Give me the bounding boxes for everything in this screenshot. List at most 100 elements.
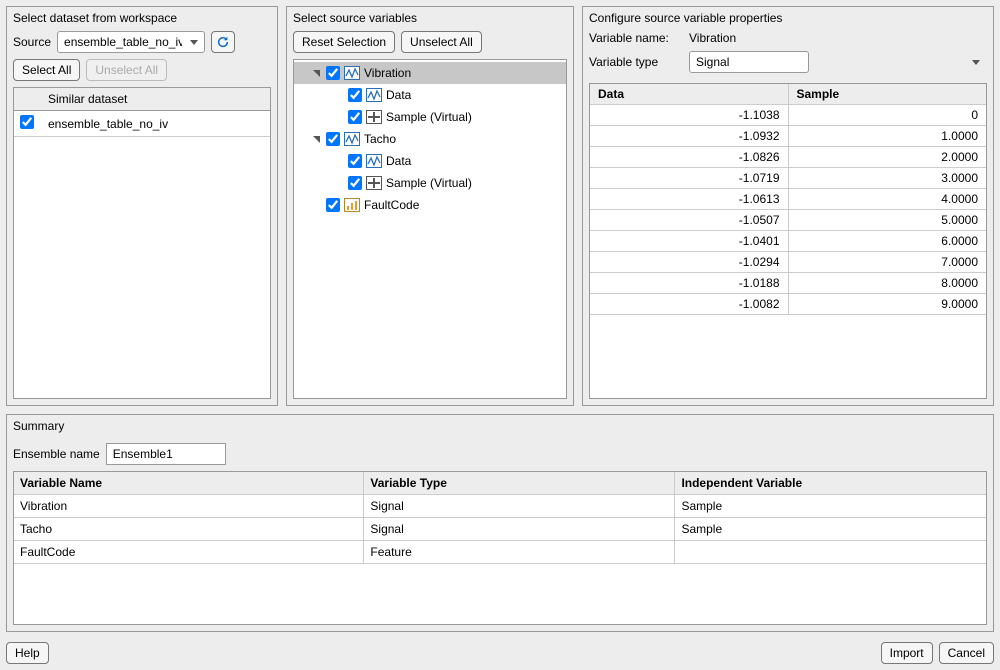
sample-cell: 4.0000 (788, 189, 986, 210)
tree-checkbox[interactable] (348, 88, 362, 102)
summary-type-cell: Feature (364, 541, 675, 564)
data-row: -1.01888.0000 (590, 273, 986, 294)
tree-label: Sample (Virtual) (386, 110, 472, 124)
summary-type-cell: Signal (364, 495, 675, 518)
dataset-row-name: ensemble_table_no_iv (42, 111, 270, 137)
data-cell: -1.0188 (590, 273, 788, 294)
data-row: -1.08262.0000 (590, 147, 986, 168)
tree-label: Tacho (364, 132, 396, 146)
dataset-row[interactable]: ensemble_table_no_iv (14, 111, 270, 137)
data-row: -1.09321.0000 (590, 126, 986, 147)
properties-title: Configure source variable properties (583, 7, 993, 31)
tree-checkbox[interactable] (348, 154, 362, 168)
dataset-check-header (14, 88, 42, 111)
data-preview-table: Data Sample -1.10380-1.09321.0000-1.0826… (589, 83, 987, 399)
sample-cell: 8.0000 (788, 273, 986, 294)
data-cell: -1.0719 (590, 168, 788, 189)
tree-checkbox[interactable] (326, 66, 340, 80)
tree-item[interactable]: FaultCode (294, 194, 566, 216)
unselect-all-button[interactable]: Unselect All (86, 59, 167, 81)
unselect-all-vars-button[interactable]: Unselect All (401, 31, 482, 53)
summary-name-cell: FaultCode (14, 541, 364, 564)
tree-item[interactable]: Data (294, 150, 566, 172)
reset-selection-button[interactable]: Reset Selection (293, 31, 395, 53)
help-button[interactable]: Help (6, 642, 49, 664)
tree-expander (332, 177, 344, 189)
tree-label: FaultCode (364, 198, 419, 212)
properties-panel: Configure source variable properties Var… (582, 6, 994, 406)
summary-name-cell: Tacho (14, 518, 364, 541)
summary-iv-cell (675, 541, 986, 564)
dataset-panel: Select dataset from workspace Source ens… (6, 6, 278, 406)
data-cell: -1.0401 (590, 231, 788, 252)
tree-item[interactable]: Sample (Virtual) (294, 106, 566, 128)
summary-row: TachoSignalSample (14, 518, 986, 541)
sample-cell: 6.0000 (788, 231, 986, 252)
data-row: -1.00829.0000 (590, 294, 986, 315)
summary-table: Variable Name Variable Type Independent … (13, 471, 987, 625)
data-cell: -1.0932 (590, 126, 788, 147)
signal-icon (344, 132, 360, 146)
data-cell: -1.0613 (590, 189, 788, 210)
tree-expander (332, 89, 344, 101)
tree-label: Data (386, 88, 411, 102)
variable-type-select[interactable]: Signal (689, 51, 809, 73)
tree-checkbox[interactable] (326, 132, 340, 146)
tree-expander[interactable] (310, 133, 322, 145)
summary-panel: Summary Ensemble name Variable Name Vari… (6, 414, 994, 632)
summary-row: FaultCodeFeature (14, 541, 986, 564)
sample-cell: 3.0000 (788, 168, 986, 189)
source-vars-panel: Select source variables Reset Selection … (286, 6, 574, 406)
tree-checkbox[interactable] (348, 110, 362, 124)
data-cell: -1.0294 (590, 252, 788, 273)
summary-col-iv: Independent Variable (675, 472, 986, 495)
source-vars-title: Select source variables (287, 7, 573, 31)
variable-tree[interactable]: Vibration Data Sample (Virtual) Tacho Da… (293, 59, 567, 399)
dataset-row-checkbox[interactable] (20, 115, 34, 129)
sample-icon (366, 110, 382, 124)
summary-name-cell: Vibration (14, 495, 364, 518)
source-label: Source (13, 35, 51, 49)
tree-expander[interactable] (310, 67, 322, 79)
tree-item[interactable]: Vibration (294, 62, 566, 84)
ensemble-name-input[interactable] (106, 443, 226, 465)
variable-name-label: Variable name: (589, 31, 689, 45)
data-row: -1.07193.0000 (590, 168, 986, 189)
data-row: -1.04016.0000 (590, 231, 986, 252)
dataset-name-header: Similar dataset (42, 88, 270, 111)
tree-item[interactable]: Sample (Virtual) (294, 172, 566, 194)
summary-type-cell: Signal (364, 518, 675, 541)
signal-icon (344, 66, 360, 80)
source-select[interactable]: ensemble_table_no_iv (57, 31, 205, 53)
data-cell: -1.0082 (590, 294, 788, 315)
summary-row: VibrationSignalSample (14, 495, 986, 518)
tree-expander (310, 199, 322, 211)
sample-cell: 0 (788, 105, 986, 126)
tree-expander (332, 155, 344, 167)
tree-item[interactable]: Data (294, 84, 566, 106)
import-button[interactable]: Import (881, 642, 933, 664)
dataset-panel-title: Select dataset from workspace (7, 7, 277, 31)
tree-checkbox[interactable] (326, 198, 340, 212)
ensemble-name-label: Ensemble name (13, 447, 100, 461)
sample-cell: 7.0000 (788, 252, 986, 273)
sample-cell: 5.0000 (788, 210, 986, 231)
refresh-button[interactable] (211, 31, 235, 53)
summary-iv-cell: Sample (675, 495, 986, 518)
data-cell: -1.0826 (590, 147, 788, 168)
signal-icon (366, 88, 382, 102)
tree-expander (332, 111, 344, 123)
tree-checkbox[interactable] (348, 176, 362, 190)
sample-cell: 2.0000 (788, 147, 986, 168)
summary-title: Summary (7, 415, 993, 439)
data-row: -1.06134.0000 (590, 189, 986, 210)
cancel-button[interactable]: Cancel (939, 642, 994, 664)
feature-icon (344, 198, 360, 212)
data-row: -1.02947.0000 (590, 252, 986, 273)
dataset-list: Similar dataset ensemble_table_no_iv (13, 87, 271, 399)
tree-item[interactable]: Tacho (294, 128, 566, 150)
summary-col-type: Variable Type (364, 472, 675, 495)
select-all-button[interactable]: Select All (13, 59, 80, 81)
summary-col-name: Variable Name (14, 472, 364, 495)
data-col-header: Data (590, 84, 788, 105)
